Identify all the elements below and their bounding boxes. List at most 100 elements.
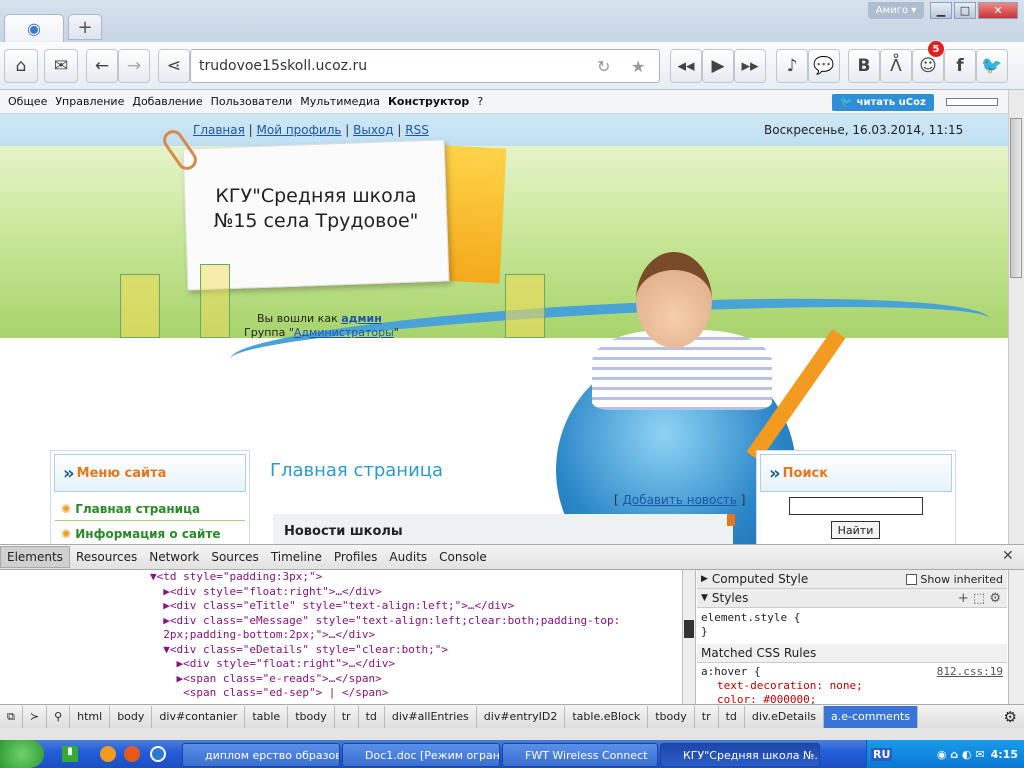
forward-button[interactable]: →	[118, 49, 150, 83]
crumb-entryid2[interactable]: div#entryID2	[477, 705, 566, 728]
crumb-edetails[interactable]: div.eDetails	[745, 705, 824, 728]
taskbar-task[interactable]: Doc1.doc [Режим огран...	[342, 743, 500, 767]
taskbar-task-active[interactable]: КГУ"Средняя школа №...	[660, 743, 820, 767]
devtools-close-icon[interactable]: ✕	[1002, 548, 1014, 564]
console-drawer-icon[interactable]: ≻	[23, 705, 48, 728]
start-button[interactable]	[0, 740, 44, 768]
crumb-html[interactable]: html	[70, 705, 111, 728]
ucoz-menu-constructor[interactable]: Конструктор	[388, 95, 469, 108]
profile-menu-button[interactable]: Амиго ▾	[868, 2, 924, 19]
chat-button[interactable]: 💬	[808, 49, 840, 83]
quick-launch-icon[interactable]: ▮	[62, 746, 78, 762]
search-button[interactable]: Найти	[831, 521, 880, 539]
crumb-tbody[interactable]: tbody	[288, 705, 335, 728]
maximize-button[interactable]: □	[954, 2, 976, 19]
styles-section[interactable]: ▼ Styles + ⬚ ⚙	[697, 589, 1007, 608]
dom-node[interactable]: ▶<div style="float:right">…</div>	[0, 657, 680, 672]
crumb-eblock[interactable]: table.eBlock	[565, 705, 649, 728]
link-rss[interactable]: RSS	[405, 123, 429, 137]
bookmark-star-icon[interactable]: ★	[631, 57, 645, 76]
media-play-button[interactable]: ▶	[702, 49, 734, 83]
quick-launch-icon[interactable]	[150, 746, 166, 762]
tray-icons[interactable]: ◉ ⌂ ◐ ✉	[937, 748, 985, 761]
show-inherited[interactable]: Show inherited	[906, 573, 1003, 586]
ucoz-menu-multimedia[interactable]: Мультимедиа	[300, 95, 380, 108]
css-rule[interactable]: a:hover {812.css:19	[697, 665, 1007, 679]
link-profile[interactable]: Мой профиль	[257, 123, 342, 137]
rule-source-link[interactable]: 812.css:19	[937, 665, 1003, 679]
ucoz-menu-general[interactable]: Общее	[8, 95, 47, 108]
address-bar[interactable]: trudovoe15skoll.ucoz.ru ↻ ★	[190, 49, 660, 83]
computed-style-section[interactable]: ▶ Computed Style Show inherited	[697, 570, 1007, 589]
read-ucoz-button[interactable]: 🐦 читать uCoz	[832, 94, 934, 111]
css-property[interactable]: text-decoration: none;	[697, 679, 1007, 693]
dom-node[interactable]: ▶<span class="e-reads">…</span>	[0, 672, 680, 687]
search-icon[interactable]: ⚲	[47, 705, 71, 728]
dom-node[interactable]: 2px;padding-bottom:2px;">…</div>	[0, 628, 680, 643]
language-indicator[interactable]: RU	[871, 747, 893, 761]
dom-node[interactable]: ▼<div class="eDetails" style="clear:both…	[0, 643, 680, 658]
crumb-ecomments[interactable]: a.e-comments	[824, 705, 918, 728]
back-button[interactable]: ←	[86, 49, 118, 83]
rss-icon[interactable]	[727, 514, 735, 526]
media-next-button[interactable]: ▸▸	[734, 49, 766, 83]
settings-gear-icon[interactable]: ⚙	[997, 706, 1024, 728]
ucoz-menu-add[interactable]: Добавление	[132, 95, 202, 108]
menu-item-home[interactable]: ✺ Главная страница	[55, 498, 245, 521]
tab-console[interactable]: Console	[433, 546, 493, 568]
tab-network[interactable]: Network	[143, 546, 205, 568]
share-button[interactable]: ⋖	[158, 49, 190, 83]
home-button[interactable]: ⌂	[4, 49, 38, 83]
panel-slider[interactable]	[946, 98, 998, 106]
tab-audits[interactable]: Audits	[383, 546, 433, 568]
menu-item-info[interactable]: ✺ Информация о сайте	[55, 521, 245, 544]
browser-tab[interactable]: ◉	[4, 14, 64, 42]
crumb-body[interactable]: body	[110, 705, 153, 728]
quick-launch-icon[interactable]	[124, 746, 140, 762]
tab-timeline[interactable]: Timeline	[265, 546, 328, 568]
crumb-tr[interactable]: tr	[335, 705, 359, 728]
add-rule-icon[interactable]: + ⬚ ⚙	[958, 591, 1001, 606]
ucoz-menu-manage[interactable]: Управление	[55, 95, 124, 108]
dock-icon[interactable]: ⧉	[0, 705, 23, 728]
element-style-rule[interactable]: element.style {	[697, 611, 1007, 625]
dom-node[interactable]: ▶<div class="eMessage" style="text-align…	[0, 614, 680, 629]
new-tab-button[interactable]: +	[68, 14, 102, 40]
taskbar-task[interactable]: FWT Wireless Connect	[502, 743, 658, 767]
search-input[interactable]	[789, 497, 923, 515]
dom-scrollbar-thumb[interactable]	[684, 620, 694, 638]
quick-launch-icon[interactable]	[100, 746, 116, 762]
link-logout[interactable]: Выход	[353, 123, 393, 137]
dom-node[interactable]: ▼<td style="padding:3px;">	[0, 570, 680, 585]
ucoz-menu-users[interactable]: Пользователи	[211, 95, 293, 108]
add-news-link[interactable]: Добавить новость	[623, 493, 737, 507]
user-link[interactable]: админ	[341, 312, 382, 325]
styles-scrollbar[interactable]	[1008, 570, 1024, 704]
page-scrollbar-thumb[interactable]	[1010, 118, 1022, 278]
tab-elements[interactable]: Elements	[0, 546, 70, 568]
taskbar-task[interactable]: диплом ерство образов...	[182, 743, 340, 767]
tab-profiles[interactable]: Profiles	[328, 546, 384, 568]
group-link[interactable]: Администраторы	[294, 326, 394, 339]
facebook-button[interactable]: f	[944, 49, 976, 83]
css-property[interactable]: color: #000000;	[697, 693, 1007, 704]
close-window-button[interactable]: ✕	[978, 2, 1018, 19]
crumb-td-2[interactable]: td	[719, 705, 745, 728]
vk-button[interactable]: В	[848, 49, 880, 83]
media-prev-button[interactable]: ◂◂	[670, 49, 702, 83]
tab-resources[interactable]: Resources	[70, 546, 143, 568]
ucoz-menu-help[interactable]: ?	[477, 95, 483, 108]
tab-sources[interactable]: Sources	[205, 546, 264, 568]
dom-node[interactable]: ▶<div class="eTitle" style="text-align:l…	[0, 599, 680, 614]
odnoklassniki-button[interactable]: ᐰ	[880, 49, 912, 83]
link-home[interactable]: Главная	[193, 123, 245, 137]
mail-button[interactable]: ✉	[44, 49, 78, 83]
dom-node[interactable]: <span class="ed-sep"> | </span>	[0, 686, 680, 701]
music-button[interactable]: ♪	[776, 49, 808, 83]
minimize-button[interactable]: ▁	[930, 2, 952, 19]
crumb-table[interactable]: table	[245, 705, 289, 728]
crumb-allentries[interactable]: div#allEntries	[385, 705, 477, 728]
crumb-contanier[interactable]: div#contanier	[152, 705, 246, 728]
dom-node[interactable]: ▶<div style="float:right">…</div>	[0, 585, 680, 600]
twitter-button[interactable]: 🐦	[976, 49, 1008, 83]
